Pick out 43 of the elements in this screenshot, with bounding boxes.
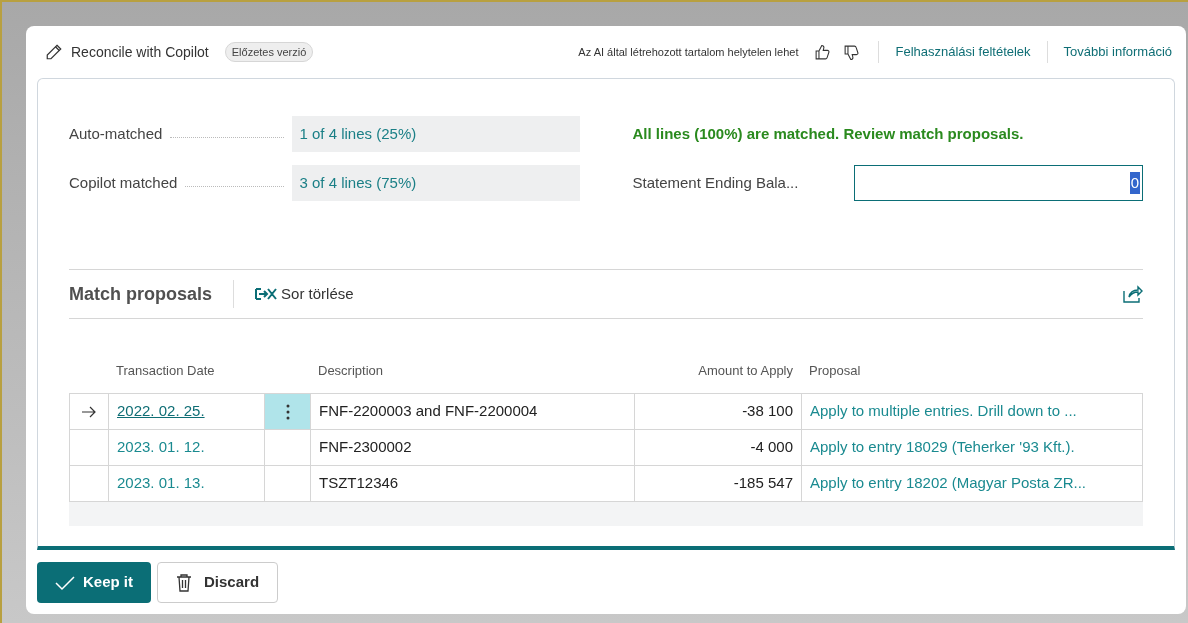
- table-cell: -4 000: [635, 430, 802, 465]
- thumbs-up-button[interactable]: [814, 43, 832, 61]
- more-options-icon[interactable]: [285, 403, 290, 420]
- checkmark-icon: [55, 574, 75, 591]
- date-link[interactable]: 2023. 01. 13.: [117, 472, 205, 495]
- ai-disclaimer: Az AI által létrehozott tartalom helytelen lehet: [578, 44, 799, 60]
- status-message: All lines (100%) are matched. Review match proposals.: [632, 123, 1024, 144]
- table-cell: FNF-2200003 and FNF-2200004: [311, 394, 635, 429]
- table-cell: -185 547: [635, 466, 802, 501]
- preview-badge: Előzetes verzió: [224, 41, 314, 63]
- table-row[interactable]: 2022. 02. 25. FNF-2200003 and FNF-2200004 -38 100 Apply to multiple entries. Drill down to ...: [70, 394, 1143, 430]
- stat-value: 1 of 4 lines (25%): [291, 116, 580, 152]
- field-label: Statement Ending Bala...: [632, 172, 799, 193]
- stat-label: Auto-matched: [69, 123, 163, 144]
- share-button[interactable]: [1123, 285, 1143, 303]
- discard-button[interactable]: Discard: [157, 562, 279, 603]
- proposal-link[interactable]: Apply to entry 18029 (Teherker '93 Kft.).: [802, 430, 1143, 465]
- pencil-icon: [45, 43, 63, 61]
- column-header: Transaction Date: [115, 362, 216, 380]
- dialog-title: Reconcile with Copilot: [71, 42, 209, 62]
- delete-line-icon: [255, 286, 278, 302]
- header-link[interactable]: További információ: [1063, 42, 1172, 62]
- arrow-icon: [82, 405, 96, 418]
- date-link[interactable]: 2023. 01. 12.: [117, 436, 205, 459]
- table-cell: FNF-2300002: [311, 430, 635, 465]
- date-link[interactable]: 2022. 02. 25.: [117, 400, 205, 423]
- thumbs-down-button[interactable]: [843, 43, 861, 61]
- section-title: Match proposals: [69, 282, 213, 306]
- proposal-link[interactable]: Apply to multiple entries. Drill down to ...: [802, 394, 1143, 429]
- header-link[interactable]: Felhasználási feltételek: [895, 42, 1031, 62]
- ending-balance-field[interactable]: 0: [854, 165, 1143, 201]
- proposal-link[interactable]: Apply to entry 18202 (Magyar Posta ZR...: [802, 466, 1143, 501]
- trash-icon: [176, 573, 192, 592]
- table-row[interactable]: 2023. 01. 12. FNF-2300002 -4 000 Apply to entry 18029 (Teherker '93 Kft.).: [70, 430, 1143, 466]
- column-header: Amount to Apply: [697, 362, 794, 380]
- stat-value: 3 of 4 lines (75%): [291, 165, 580, 201]
- table-cell: -38 100: [635, 394, 802, 429]
- table-cell: TSZT12346: [311, 466, 635, 501]
- delete-line-button[interactable]: Sor törlése: [255, 282, 354, 306]
- column-header: Proposal: [808, 362, 862, 380]
- column-header: Description: [317, 362, 385, 380]
- stat-label: Copilot matched: [69, 172, 178, 193]
- keep-button[interactable]: Keep it: [37, 562, 151, 603]
